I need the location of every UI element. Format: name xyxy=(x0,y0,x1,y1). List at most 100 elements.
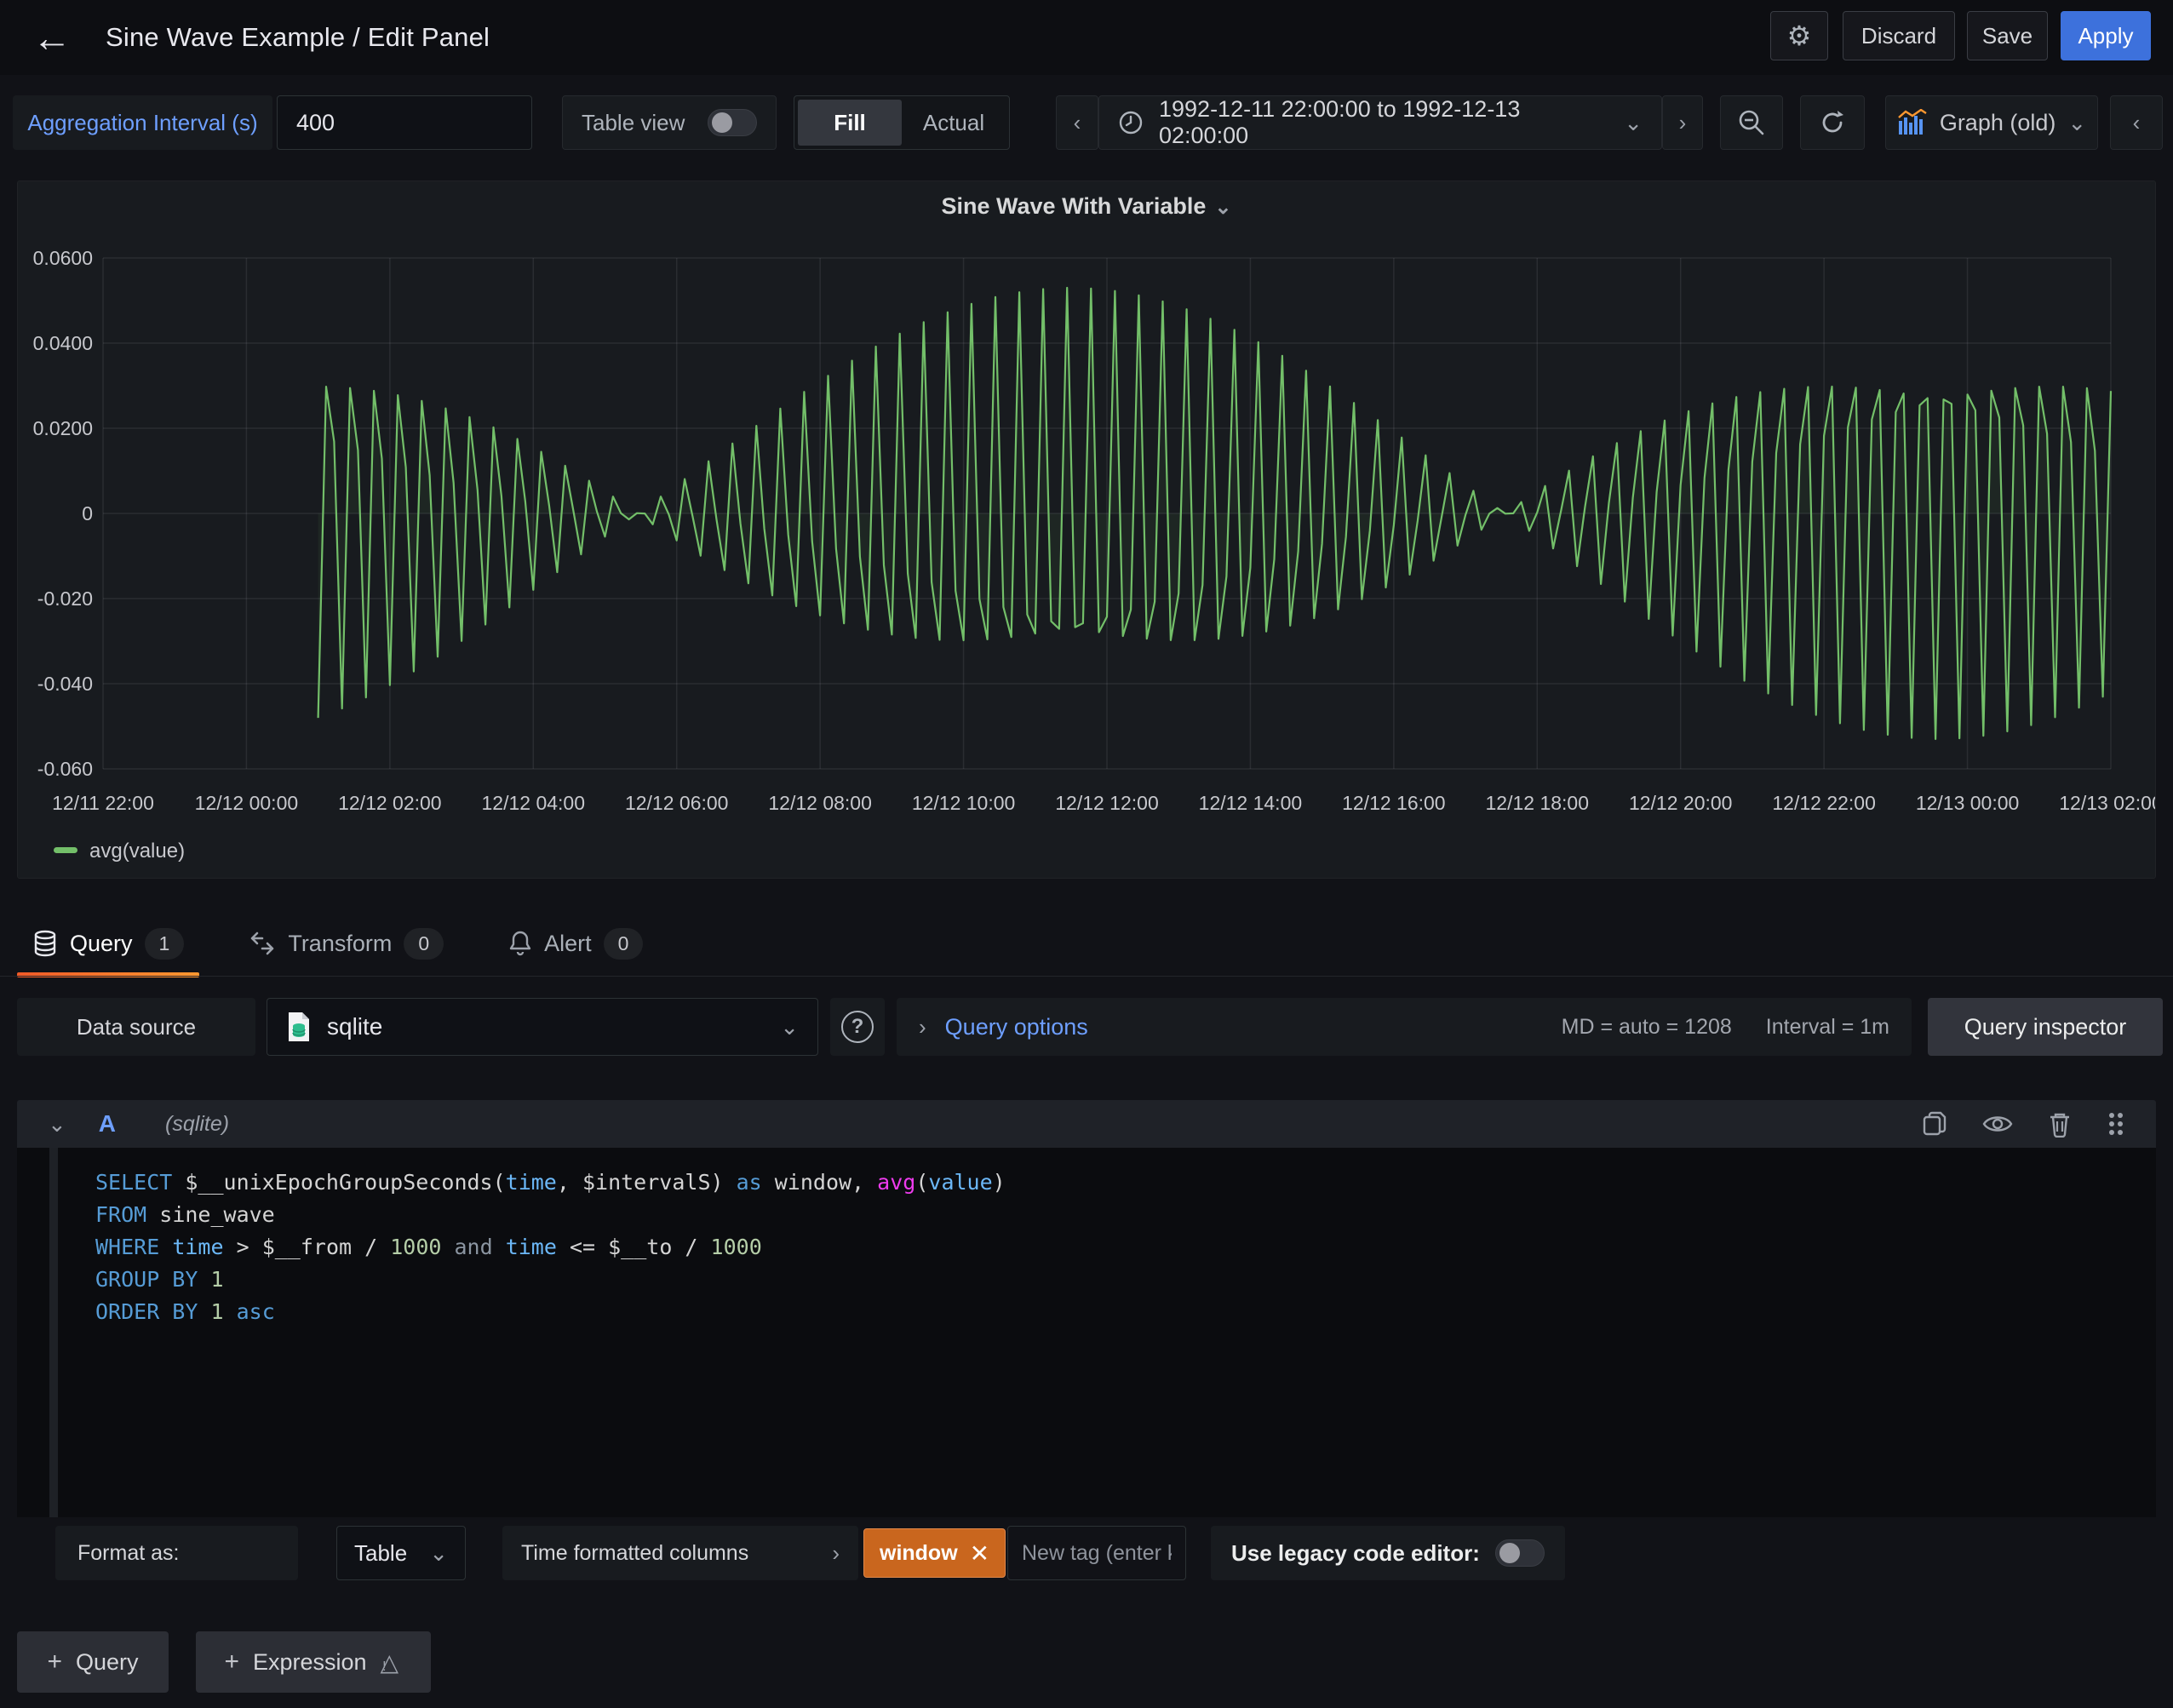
plus-icon: + xyxy=(47,1648,62,1676)
chart-panel: Sine Wave With Variable⌄ 0.0600 0.0400 0.0… xyxy=(17,181,2156,879)
sql-code-editor[interactable]: SELECT $__unixEpochGroupSeconds(time, $i… xyxy=(17,1148,2156,1517)
new-tag-input[interactable] xyxy=(1007,1526,1186,1580)
y-axis-tick: -0.040 xyxy=(37,673,93,695)
delete-query-icon[interactable] xyxy=(2047,1110,2073,1138)
collapse-query-icon[interactable]: ⌄ xyxy=(48,1113,66,1135)
legend-series-label[interactable]: avg(value) xyxy=(89,840,185,863)
add-expression-button[interactable]: + Expression △! xyxy=(196,1631,431,1693)
tab-label: Query xyxy=(70,931,133,957)
apply-button[interactable]: Apply xyxy=(2061,11,2151,60)
time-shift-forward-button[interactable]: › xyxy=(1662,95,1703,150)
panel-settings-button[interactable]: ⚙ xyxy=(1770,11,1828,60)
query-row-header[interactable]: ⌄ A (sqlite) xyxy=(17,1100,2156,1148)
time-formatted-columns-box: Time formatted columns › xyxy=(502,1526,858,1580)
chevron-down-icon: ⌄ xyxy=(429,1542,448,1564)
legacy-editor-label: Use legacy code editor: xyxy=(1231,1540,1480,1567)
format-as-label-box: Format as: xyxy=(55,1526,298,1580)
y-axis-tick: 0.0600 xyxy=(33,247,93,269)
add-query-button[interactable]: + Query xyxy=(17,1631,169,1693)
refresh-button[interactable] xyxy=(1800,95,1865,150)
interval-text: Interval = 1m xyxy=(1766,1015,1889,1040)
legacy-editor-toggle[interactable] xyxy=(1495,1539,1545,1567)
window-column-tag[interactable]: window✕ xyxy=(863,1528,1006,1578)
toggle-knob xyxy=(1499,1543,1520,1563)
zoom-out-button[interactable] xyxy=(1720,95,1783,150)
sql-code[interactable]: SELECT $__unixEpochGroupSeconds(time, $i… xyxy=(17,1148,2156,1328)
fill-option[interactable]: Fill xyxy=(798,100,902,146)
x-axis-tick: 12/12 16:00 xyxy=(1342,792,1446,814)
collapse-options-pane-button[interactable]: ‹ xyxy=(2110,95,2163,150)
time-range-text: 1992-12-11 22:00:00 to 1992-12-13 02:00:… xyxy=(1159,96,1608,149)
x-axis-tick: 12/12 22:00 xyxy=(1772,792,1876,814)
tabs-divider xyxy=(0,976,2173,977)
x-axis-tick: 12/12 06:00 xyxy=(625,792,729,814)
time-shift-back-button[interactable]: ‹ xyxy=(1056,95,1098,150)
duplicate-query-icon[interactable] xyxy=(1921,1110,1948,1138)
x-axis-tick: 12/12 00:00 xyxy=(195,792,299,814)
x-axis-tick: 12/12 10:00 xyxy=(912,792,1016,814)
save-button[interactable]: Save xyxy=(1967,11,2048,60)
graph-viz-icon xyxy=(1897,109,1928,136)
y-axis-tick: 0.0200 xyxy=(33,417,93,439)
x-axis-tick: 12/12 12:00 xyxy=(1055,792,1159,814)
table-view-toggle[interactable] xyxy=(708,109,757,136)
drag-handle-icon[interactable] xyxy=(2107,1110,2125,1138)
gear-icon: ⚙ xyxy=(1787,20,1812,52)
tab-query[interactable]: Query 1 xyxy=(17,916,199,971)
sql-line: SELECT $__unixEpochGroupSeconds(time, $i… xyxy=(95,1166,2156,1199)
sine-wave-chart[interactable]: 0.06000.04000.02000-0.020-0.040-0.06012/… xyxy=(18,181,2155,878)
sql-line: ORDER BY 1 asc xyxy=(95,1296,2156,1328)
tab-alert[interactable]: Alert 0 xyxy=(493,916,658,971)
hide-query-icon[interactable] xyxy=(1982,1110,2013,1138)
back-arrow-icon[interactable]: ← xyxy=(32,14,72,60)
help-icon: ? xyxy=(841,1011,874,1043)
actual-option[interactable]: Actual xyxy=(902,100,1006,146)
y-axis-tick: -0.060 xyxy=(37,758,93,780)
chevron-down-icon: ⌄ xyxy=(2067,112,2086,134)
visualization-label: Graph (old) xyxy=(1940,110,2056,136)
remove-tag-icon[interactable]: ✕ xyxy=(970,1539,989,1568)
x-axis-tick: 12/11 22:00 xyxy=(52,792,154,814)
transform-icon xyxy=(249,930,276,957)
editor-gutter xyxy=(49,1148,58,1517)
time-range-picker[interactable]: 1992-12-11 22:00:00 to 1992-12-13 02:00:… xyxy=(1098,95,1662,150)
tab-count-badge: 0 xyxy=(604,928,644,960)
aggregation-interval-input[interactable]: 400 xyxy=(277,95,532,150)
chevron-right-icon[interactable]: › xyxy=(919,1016,926,1038)
page-title: Sine Wave Example / Edit Panel xyxy=(106,22,490,53)
bell-icon xyxy=(508,930,532,957)
query-options-toggle[interactable]: Query options xyxy=(945,1014,1088,1040)
active-tab-underline xyxy=(17,972,199,977)
chevron-down-icon: ⌄ xyxy=(780,1016,799,1038)
fill-actual-segmented: Fill Actual xyxy=(794,95,1010,150)
x-axis-tick: 12/12 18:00 xyxy=(1486,792,1590,814)
discard-button[interactable]: Discard xyxy=(1843,11,1955,60)
max-data-points-text: MD = auto = 1208 xyxy=(1562,1015,1732,1040)
format-as-select[interactable]: Table ⌄ xyxy=(336,1526,466,1580)
tab-label: Alert xyxy=(544,931,592,957)
database-icon xyxy=(32,930,58,957)
tab-count-badge: 1 xyxy=(145,928,185,960)
datasource-value: sqlite xyxy=(327,1013,382,1040)
aggregation-interval-label: Aggregation Interval (s) xyxy=(13,95,272,150)
query-inspector-button[interactable]: Query inspector xyxy=(1928,998,2163,1056)
datasource-picker[interactable]: sqlite ⌄ xyxy=(267,998,818,1056)
y-axis-tick: 0.0400 xyxy=(33,332,93,354)
datasource-label-box: Data source xyxy=(17,998,255,1056)
tab-label: Transform xyxy=(288,931,392,957)
y-axis-tick: -0.020 xyxy=(37,587,93,610)
x-axis-tick: 12/12 14:00 xyxy=(1199,792,1303,814)
visualization-picker[interactable]: Graph (old) ⌄ xyxy=(1885,95,2098,150)
datasource-help-button[interactable]: ? xyxy=(830,998,885,1056)
refresh-icon xyxy=(1817,107,1848,138)
warning-icon: △! xyxy=(381,1648,403,1676)
panel-title[interactable]: Sine Wave With Variable⌄ xyxy=(18,193,2155,220)
toggle-knob xyxy=(712,112,732,133)
tab-transform[interactable]: Transform 0 xyxy=(233,916,459,971)
chevron-right-icon: › xyxy=(832,1542,840,1564)
legend-series-swatch xyxy=(54,847,77,853)
tab-count-badge: 0 xyxy=(404,928,444,960)
editor-tabs: Query 1 Transform 0 Alert 0 xyxy=(17,916,658,971)
clock-icon xyxy=(1118,110,1144,135)
query-editor-row: ⌄ A (sqlite) SELECT $__unixEpochGro xyxy=(17,1100,2156,1517)
